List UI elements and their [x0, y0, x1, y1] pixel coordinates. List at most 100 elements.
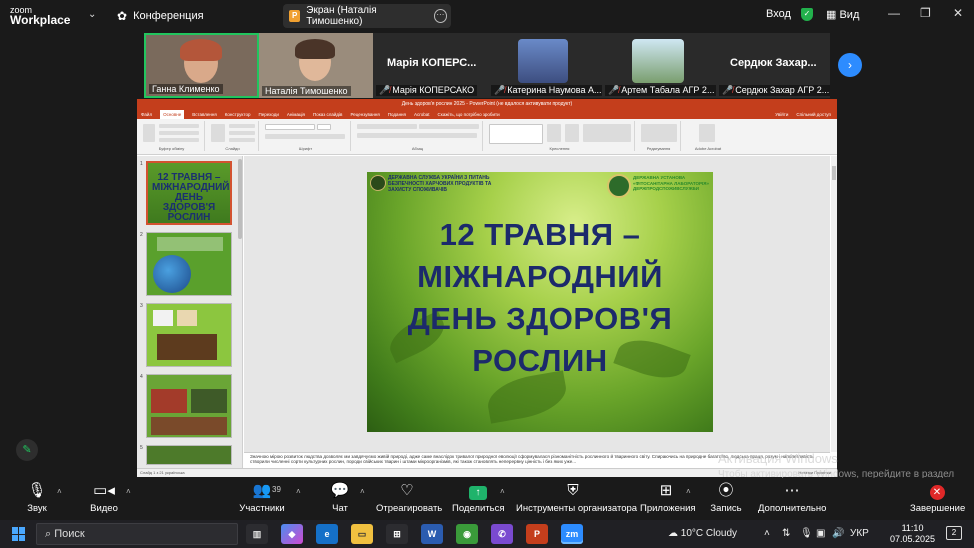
ppt-tab-review[interactable]: Рецензування [350, 110, 379, 119]
ppt-tell-me[interactable]: Скажіть, що потрібно зробити [438, 110, 500, 119]
font-style-buttons[interactable] [265, 134, 345, 139]
taskbar-search[interactable]: ⌕ Поиск [36, 523, 238, 545]
ppt-tab-transitions[interactable]: Переходи [258, 110, 278, 119]
tray-overflow-icon[interactable]: ˄ [764, 528, 770, 539]
current-slide[interactable]: ДЕРЖАВНА СЛУЖБА УКРАЇНИ З ПИТАНЬ БЕЗПЕЧН… [367, 172, 713, 432]
share-screen-button[interactable]: ↑ Поделиться [452, 483, 504, 514]
create-pdf-icon[interactable] [699, 124, 715, 142]
word-icon[interactable]: W [421, 524, 443, 544]
scrollbar-thumb[interactable] [832, 166, 836, 180]
annotate-pencil-icon[interactable]: ✎ [16, 439, 38, 461]
cut-icon[interactable] [159, 124, 199, 128]
slide-thumbnail[interactable]: 12 ТРАВНЯ – МІЖНАРОДНИЙ ДЕНЬ ЗДОРОВ'Я РО… [146, 161, 232, 225]
participant-tile[interactable]: 🎤̸ Артем Табала АГР 2... [602, 33, 716, 98]
ppt-share[interactable]: Спільний доступ [796, 110, 831, 119]
share-screen-indicator[interactable]: P Экран (Наталія Тимошенко) ··· [283, 4, 451, 28]
signin-button[interactable]: Вход [766, 8, 791, 20]
layout-icon[interactable] [229, 124, 255, 128]
apps-button[interactable]: ⊞ Приложения [640, 483, 696, 515]
zoom-taskbar-icon[interactable]: zm [561, 524, 583, 544]
display-icon[interactable]: ▣ [816, 528, 825, 539]
slide-thumbnail[interactable] [146, 303, 232, 367]
ppt-tab-insert[interactable]: Вставлення [192, 110, 217, 119]
more-button[interactable]: ⋯ Дополнительно [758, 483, 826, 515]
end-meeting-button[interactable]: ✕ Завершение [910, 483, 965, 514]
slide-thumbnail[interactable] [146, 232, 232, 296]
ppt-tab-view[interactable]: Подання [388, 110, 406, 119]
participant-tile[interactable]: Ганна Клименко [144, 33, 259, 98]
share-options-chevron-icon[interactable]: ˄ [500, 487, 505, 496]
weather-widget[interactable]: ☁ 10°C Cloudy [668, 528, 737, 539]
format-painter-icon[interactable] [159, 138, 199, 142]
section-icon[interactable] [229, 138, 255, 142]
view-button[interactable]: ▦ Вид [826, 8, 859, 21]
slide-thumbnail[interactable] [146, 374, 232, 438]
participant-tile[interactable]: Марія КОПЕРС... 🎤̸ Марія КОПЕРСАКО [373, 33, 488, 98]
arrange-icon[interactable] [547, 124, 561, 142]
slide-scrollbar[interactable] [831, 156, 837, 452]
reset-icon[interactable] [229, 131, 255, 135]
chat-button[interactable]: 💬 Чат [326, 483, 354, 515]
react-button[interactable]: ♡ Отреагировать [376, 483, 442, 515]
task-view-icon[interactable]: ▥ [246, 524, 268, 544]
mic-tray-icon[interactable]: 🎙 [800, 528, 813, 539]
video-button[interactable]: ▭◂ Видео [86, 483, 122, 515]
new-slide-icon[interactable] [211, 124, 225, 142]
audio-options-chevron-icon[interactable]: ˄ [57, 487, 62, 496]
logo-chevron-down-icon[interactable]: ⌄ [88, 9, 96, 20]
meeting-info[interactable]: ✿ Конференция [117, 9, 204, 23]
next-page-arrow-icon[interactable]: › [838, 53, 862, 77]
powerpoint-taskbar-icon[interactable]: P [526, 524, 548, 544]
windows-start-icon[interactable] [12, 527, 26, 541]
ppt-tab-design[interactable]: Конструктор [225, 110, 251, 119]
thumbnail-scrollbar[interactable] [238, 159, 242, 239]
list-buttons[interactable] [357, 124, 417, 129]
minimize-icon[interactable]: — [888, 6, 900, 20]
text-direction[interactable] [419, 124, 479, 129]
close-icon[interactable]: ✕ [953, 6, 963, 20]
viber-icon[interactable]: ✆ [491, 524, 513, 544]
align-buttons[interactable] [357, 133, 477, 138]
ppt-tab-acrobat[interactable]: Acrobat [414, 110, 430, 119]
participant-tile[interactable]: Сердюк Захар... 🎤̸ Сердюк Захар АГР 2... [716, 33, 830, 98]
microsoft-store-icon[interactable]: ⊞ [386, 524, 408, 544]
chrome-icon[interactable]: ◉ [456, 524, 478, 544]
ppt-signin[interactable]: Увійти [775, 110, 788, 119]
participant-tile[interactable]: Наталія Тимошенко [259, 33, 373, 98]
notifications-icon[interactable]: 2 [946, 526, 962, 540]
apps-options-chevron-icon[interactable]: ˄ [686, 487, 691, 496]
font-size-field[interactable] [317, 124, 331, 130]
ppt-tab-slideshow[interactable]: Показ слайдів [313, 110, 342, 119]
slide-thumbnail[interactable] [146, 445, 232, 465]
font-name-field[interactable] [265, 124, 315, 130]
host-tools-button[interactable]: ⛨ Инструменты организатора [516, 483, 637, 515]
language-indicator[interactable]: УКР [850, 528, 869, 539]
record-button[interactable]: ⦿ Запись [708, 483, 744, 515]
security-shield-icon[interactable]: ✓ [801, 8, 813, 21]
quick-styles-icon[interactable] [565, 124, 579, 142]
shape-fill-options[interactable] [583, 124, 631, 142]
slide-headline: 12 ТРАВНЯ – МІЖНАРОДНИЙ ДЕНЬ ЗДОРОВ'Я РО… [407, 217, 673, 378]
audio-button[interactable]: 🎙 Звук [22, 483, 52, 515]
ppt-tab-home[interactable]: Основне [160, 110, 185, 119]
edge-browser-icon[interactable]: e [316, 524, 338, 544]
zoom-logo[interactable]: zoom Workplace [10, 5, 70, 26]
restore-icon[interactable]: ❐ [920, 6, 931, 20]
participant-tile[interactable]: 🎤̸ Катерина Наумова А... [488, 33, 602, 98]
volume-icon[interactable]: 🔊 [832, 528, 844, 539]
taskbar-clock[interactable]: 11:10 07.05.2025 [890, 523, 935, 545]
copilot-icon[interactable]: ◆ [281, 524, 303, 544]
shapes-gallery[interactable] [489, 124, 543, 144]
ppt-tab-file[interactable]: Файл [141, 110, 152, 119]
paste-icon[interactable] [143, 124, 155, 142]
find-replace-select[interactable] [641, 124, 677, 142]
video-options-chevron-icon[interactable]: ˄ [126, 487, 131, 496]
network-icon[interactable]: ⇅ [782, 528, 790, 539]
ppt-tab-animation[interactable]: Анімація [287, 110, 305, 119]
chat-options-chevron-icon[interactable]: ˄ [360, 487, 365, 496]
more-options-icon[interactable]: ··· [433, 9, 447, 23]
participants-strip: Ганна Клименко Наталія Тимошенко Марія К… [144, 33, 830, 98]
file-explorer-icon[interactable]: ▭ [351, 524, 373, 544]
participants-options-chevron-icon[interactable]: ˄ [296, 487, 301, 496]
copy-icon[interactable] [159, 131, 199, 135]
